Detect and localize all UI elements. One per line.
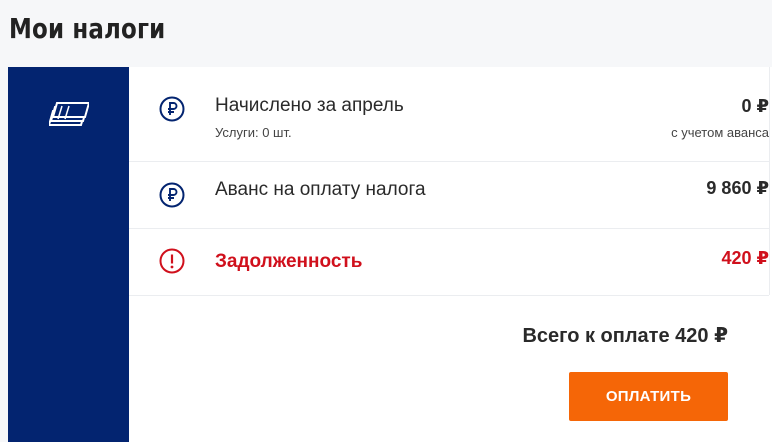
accrued-label: Начислено за апрель — [215, 95, 404, 116]
pay-button[interactable]: ОПЛАТИТЬ — [569, 372, 728, 421]
advance-label: Аванс на оплату налога — [215, 179, 426, 200]
ruble-icon — [159, 182, 185, 208]
advance-amount: 9 860 ₽ — [706, 178, 769, 198]
debt-label: Задолженность — [215, 251, 363, 272]
page-title: Мои налоги — [9, 12, 166, 45]
debt-amount: 420 ₽ — [721, 248, 769, 268]
services-count: Услуги: 0 шт. — [215, 125, 292, 140]
advance-note: с учетом аванса — [671, 125, 769, 140]
total-to-pay: Всего к оплате 420 ₽ — [522, 325, 728, 347]
sidebar-panel — [8, 67, 129, 442]
column-divider — [769, 67, 770, 295]
money-stack-icon — [49, 102, 89, 126]
ruble-icon — [159, 96, 185, 122]
row-accrued: Начислено за апрель Услуги: 0 шт. 0 ₽ с … — [129, 67, 769, 162]
accrued-amount: 0 ₽ — [741, 96, 769, 116]
row-debt: Задолженность 420 ₽ — [129, 229, 769, 296]
row-advance: Аванс на оплату налога 9 860 ₽ — [129, 162, 769, 229]
taxes-card: Начислено за апрель Услуги: 0 шт. 0 ₽ с … — [8, 67, 772, 442]
tax-content: Начислено за апрель Услуги: 0 шт. 0 ₽ с … — [129, 67, 772, 442]
warning-icon — [159, 248, 185, 274]
